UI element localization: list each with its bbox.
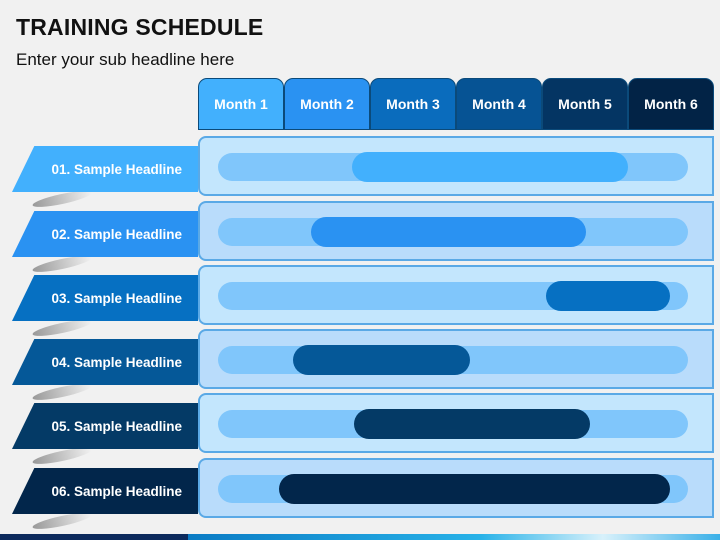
schedule-bar (293, 345, 470, 375)
row-headline: 04. Sample Headline (12, 339, 198, 385)
footer-stripe-dark (0, 534, 188, 540)
schedule-bar (353, 409, 590, 439)
month-header-2: Month 2 (284, 78, 370, 130)
row-headline: 06. Sample Headline (12, 468, 198, 514)
schedule-bar (279, 474, 671, 504)
schedule-row: 02. Sample Headline (0, 201, 720, 276)
schedule-row: 03. Sample Headline (0, 265, 720, 340)
row-headline: 03. Sample Headline (12, 275, 198, 321)
schedule-bar (351, 152, 628, 182)
page-subtitle: Enter your sub headline here (16, 50, 235, 69)
footer-stripe-gradient (188, 534, 720, 540)
row-headline: 02. Sample Headline (12, 211, 198, 257)
month-header-5: Month 5 (542, 78, 628, 130)
month-header-1: Month 1 (198, 78, 284, 130)
month-header: Month 1 Month 2 Month 3 Month 4 Month 5 … (198, 78, 714, 130)
schedule-row: 06. Sample Headline (0, 458, 720, 533)
schedule-row: 01. Sample Headline (0, 136, 720, 211)
month-header-4: Month 4 (456, 78, 542, 130)
schedule-row: 05. Sample Headline (0, 393, 720, 468)
month-header-6: Month 6 (628, 78, 714, 130)
row-headline: 05. Sample Headline (12, 403, 198, 449)
schedule-bar (311, 217, 586, 247)
schedule-row: 04. Sample Headline (0, 329, 720, 404)
row-headline: 01. Sample Headline (12, 146, 198, 192)
page-title: TRAINING SCHEDULE (16, 14, 264, 40)
schedule-bar (546, 281, 671, 311)
month-header-3: Month 3 (370, 78, 456, 130)
